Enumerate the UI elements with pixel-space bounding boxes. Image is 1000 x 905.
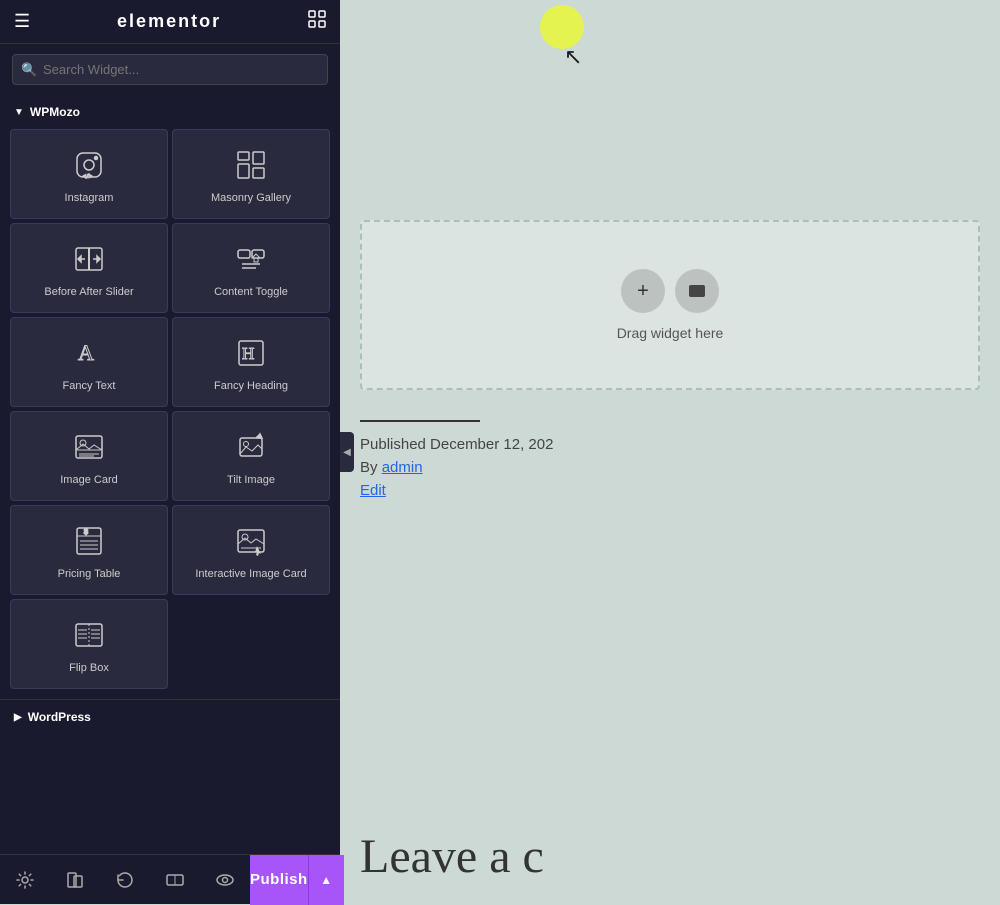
edit-link[interactable]: Edit [360, 482, 386, 499]
flip-box-icon [71, 617, 107, 653]
widget-label-fancy-text: Fancy Text [63, 379, 116, 393]
published-date: Published December 12, 202 [360, 436, 1000, 453]
cursor-arrow-icon: ↖ [564, 46, 582, 68]
pricing-table-icon: $ [71, 523, 107, 559]
widget-label-before-after: Before After Slider [44, 285, 133, 299]
widget-item-pricing-table[interactable]: $ Pricing Table [10, 505, 168, 595]
widget-label-pricing-table: Pricing Table [58, 567, 121, 581]
add-template-button[interactable] [675, 269, 719, 313]
add-widget-button[interactable]: + [621, 269, 665, 313]
interactive-image-card-icon [233, 523, 269, 559]
wordpress-section-label: WordPress [28, 710, 91, 724]
publish-chevron-button[interactable]: ▲ [308, 855, 344, 905]
tilt-image-icon [233, 429, 269, 465]
brand-logo: elementor [117, 11, 221, 32]
settings-button[interactable] [0, 855, 50, 905]
widget-item-instagram[interactable]: </> Instagram [10, 129, 168, 219]
widget-item-fancy-heading[interactable]: H Fancy Heading [172, 317, 330, 407]
image-card-icon [71, 429, 107, 465]
widget-label-flip-box: Flip Box [69, 661, 109, 675]
wordpress-section-header[interactable]: ▶ WordPress [0, 699, 340, 730]
widget-item-tilt-image[interactable]: Tilt Image [172, 411, 330, 501]
chevron-up-icon: ▲ [320, 873, 332, 887]
layers-button[interactable] [50, 855, 100, 905]
publish-btn-wrapper: Publish ▲ [250, 855, 344, 905]
search-input[interactable] [12, 54, 328, 85]
widget-label-interactive-image-card: Interactive Image Card [195, 567, 306, 581]
drag-action-buttons: + [621, 269, 719, 313]
wpmozo-section-header[interactable]: ▼ WPMozo [0, 95, 340, 125]
history-button[interactable] [100, 855, 150, 905]
content-toggle-icon [233, 241, 269, 277]
widget-item-masonry-gallery[interactable]: Masonry Gallery [172, 129, 330, 219]
widget-label-fancy-heading: Fancy Heading [214, 379, 288, 393]
wpmozo-section-label: WPMozo [30, 105, 80, 119]
cursor-indicator [540, 5, 584, 49]
widget-label-content-toggle: Content Toggle [214, 285, 288, 299]
widget-item-content-toggle[interactable]: Content Toggle [172, 223, 330, 313]
widget-item-flip-box[interactable]: Flip Box [10, 599, 168, 689]
hamburger-icon[interactable]: ☰ [14, 11, 30, 32]
canvas-area: ↖ + Drag widget here Published December … [340, 0, 1000, 904]
responsive-button[interactable] [150, 855, 200, 905]
search-area: 🔍 [0, 44, 340, 95]
drag-widget-area[interactable]: + Drag widget here [360, 220, 980, 390]
widget-label-masonry-gallery: Masonry Gallery [211, 191, 291, 205]
wordpress-arrow-icon: ▶ [14, 712, 22, 723]
widget-item-image-card[interactable]: Image Card [10, 411, 168, 501]
publish-button[interactable]: Publish [250, 855, 308, 905]
widget-item-interactive-image-card[interactable]: Interactive Image Card [172, 505, 330, 595]
top-bar: ☰ elementor [0, 0, 340, 44]
published-by: By admin [360, 459, 1000, 476]
published-by-label: By [360, 459, 378, 476]
preview-button[interactable] [200, 855, 250, 905]
bottom-toolbar: Publish ▲ [0, 854, 340, 904]
collapse-handle[interactable]: ◀ [340, 432, 354, 472]
leave-comment-heading: Leave a c [360, 829, 544, 884]
published-info: Published December 12, 202 By admin Edit [360, 420, 1000, 500]
published-by-user-link[interactable]: admin [382, 459, 423, 476]
toolbar-icons [0, 855, 250, 905]
search-wrapper: 🔍 [12, 54, 328, 85]
svg-text:$: $ [84, 529, 88, 536]
widget-label-tilt-image: Tilt Image [227, 473, 275, 487]
left-panel: ☰ elementor 🔍 ▼ WPMozo [0, 0, 340, 904]
svg-text:H: H [242, 344, 254, 363]
svg-text:A: A [78, 340, 94, 365]
search-icon: 🔍 [21, 62, 37, 78]
masonry-gallery-icon [233, 147, 269, 183]
grid-icon[interactable] [308, 10, 326, 33]
published-divider [360, 420, 480, 422]
published-edit: Edit [360, 482, 1000, 500]
instagram-icon: </> [71, 147, 107, 183]
wpmozo-arrow-icon: ▼ [14, 107, 24, 118]
widgets-panel: ▼ WPMozo </> Instagram [0, 95, 340, 854]
widget-item-before-after-slider[interactable]: Before After Slider [10, 223, 168, 313]
svg-text:</>: </> [83, 174, 92, 180]
widget-label-instagram: Instagram [65, 191, 114, 205]
fancy-text-icon: A [71, 335, 107, 371]
widget-item-fancy-text[interactable]: A Fancy Text [10, 317, 168, 407]
widget-label-image-card: Image Card [60, 473, 117, 487]
drag-label: Drag widget here [617, 325, 724, 341]
fancy-heading-icon: H [233, 335, 269, 371]
widget-grid: </> Instagram Masonry Gallery [0, 125, 340, 693]
collapse-arrow-icon: ◀ [343, 447, 351, 458]
before-after-icon [71, 241, 107, 277]
